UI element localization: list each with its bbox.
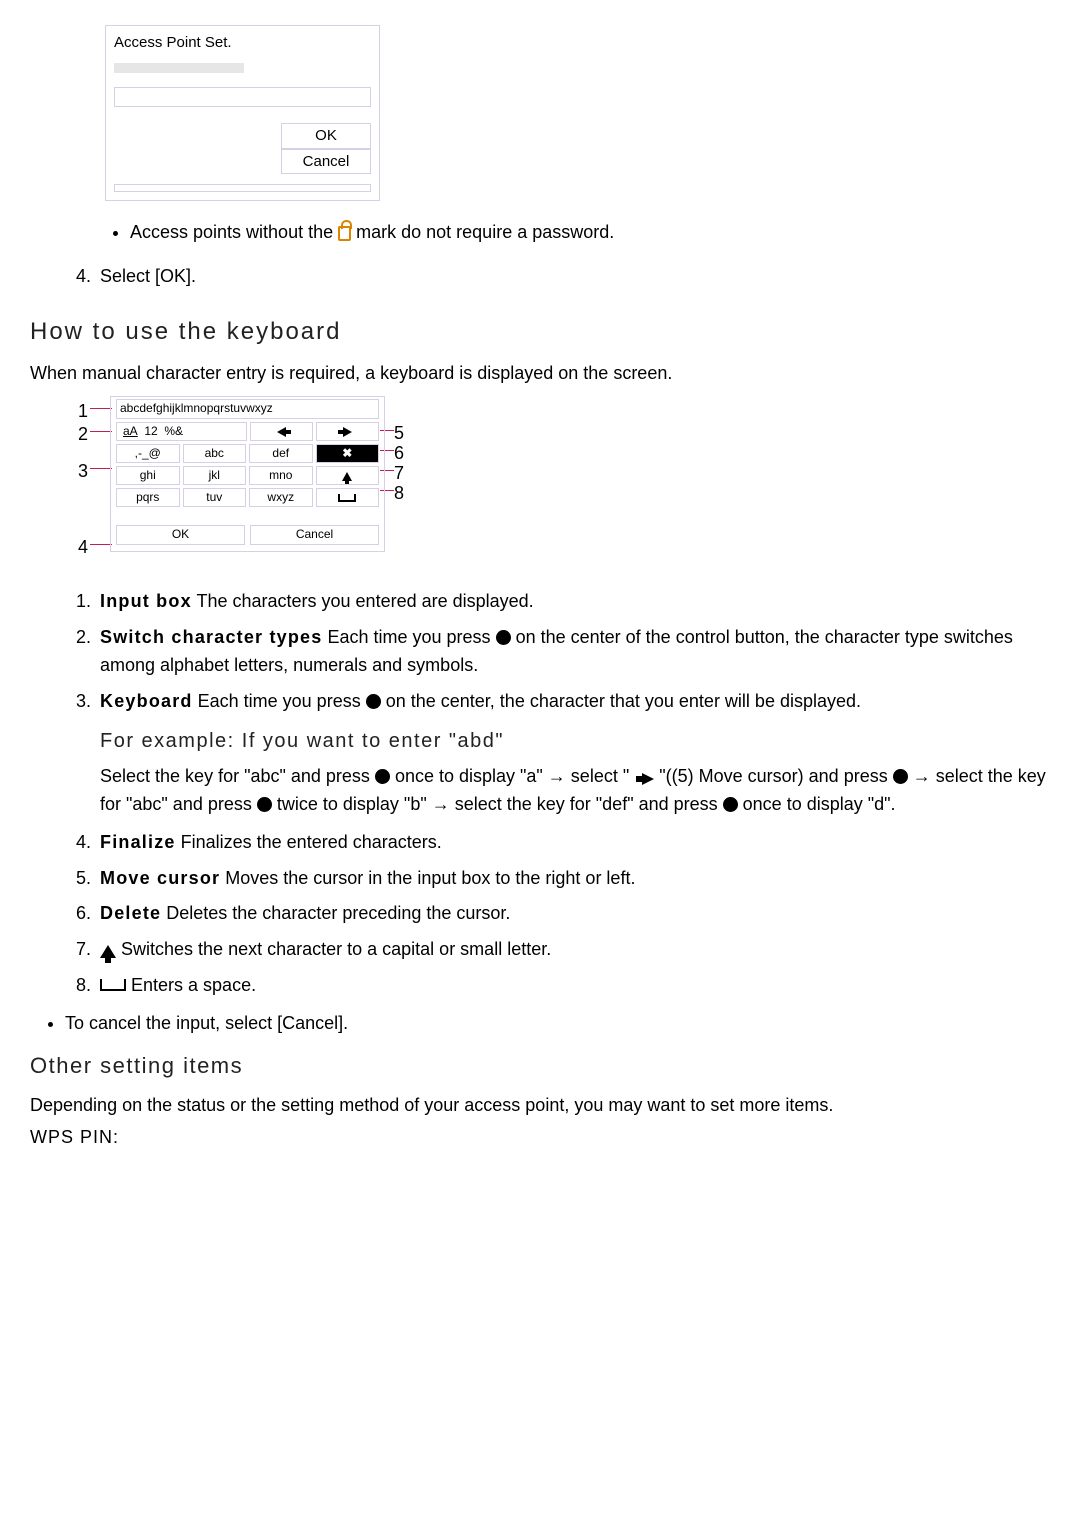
- callout-4: 4: [78, 534, 88, 560]
- keyboard-panel: abcdefghijklmnopqrstuvwxyz aA 12 %& ,-_@…: [110, 396, 385, 552]
- center-button-icon: [723, 797, 738, 812]
- keyboard-heading: How to use the keyboard: [30, 315, 1050, 350]
- note-no-lock-a: Access points without the: [130, 222, 338, 242]
- kb-item-1: Input box The characters you entered are…: [96, 588, 1050, 616]
- kb-cancel-button: Cancel: [250, 525, 379, 545]
- dialog-placeholder-bar: [114, 63, 244, 73]
- kb-text-8: Enters a space.: [131, 975, 256, 995]
- kb-item-3: Keyboard Each time you press on the cent…: [96, 688, 1050, 819]
- center-button-icon: [496, 630, 511, 645]
- delete-icon: ✖: [342, 446, 352, 460]
- ex-f: once to display "d".: [743, 794, 896, 814]
- kb-term-delete: Delete: [100, 903, 161, 923]
- center-button-icon: [366, 694, 381, 709]
- key-mno: mno: [249, 466, 313, 485]
- kb-item-5: Move cursor Moves the cursor in the inpu…: [96, 865, 1050, 893]
- ex-c: "((5) Move cursor) and press: [659, 766, 892, 786]
- kb-text-3b: on the center, the character that you en…: [386, 691, 861, 711]
- ex-e: twice to display "b" → select the key fo…: [277, 794, 723, 814]
- step-4: Select [OK].: [96, 263, 1050, 289]
- kb-text-6: Deletes the character preceding the curs…: [161, 903, 510, 923]
- kb-item-8: Enters a space.: [96, 972, 1050, 1000]
- key-abc: abc: [183, 444, 247, 463]
- callout-2: 2: [78, 421, 88, 447]
- ex-a: Select the key for "abc" and press: [100, 766, 375, 786]
- wps-pin-label: WPS PIN:: [30, 1124, 1050, 1150]
- kb-text-1: The characters you entered are displayed…: [192, 591, 534, 611]
- shift-icon: [100, 945, 116, 958]
- other-text: Depending on the status or the setting m…: [30, 1092, 1050, 1118]
- kb-text-4: Finalizes the entered characters.: [176, 832, 442, 852]
- kb-term-keyboard: Keyboard: [100, 691, 193, 711]
- note-no-lock: Access points without the mark do not re…: [130, 219, 1050, 245]
- page-root: Access Point Set. OK Cancel Access point…: [0, 0, 1080, 1190]
- key-def: def: [249, 444, 313, 463]
- shift-key: [316, 466, 380, 485]
- center-button-icon: [893, 769, 908, 784]
- kb-text-2a: Each time you press: [322, 627, 495, 647]
- kb-term-move-cursor: Move cursor: [100, 868, 220, 888]
- kb-item-2: Switch character types Each time you pre…: [96, 624, 1050, 680]
- ex-b: once to display "a" → select ": [395, 766, 634, 786]
- callout-3: 3: [78, 458, 88, 484]
- space-icon: [338, 494, 356, 502]
- center-button-icon: [375, 769, 390, 784]
- kb-item-4: Finalize Finalizes the entered character…: [96, 829, 1050, 857]
- key-ghi: ghi: [116, 466, 180, 485]
- key-sym: ,-_@: [116, 444, 180, 463]
- key-wxyz: wxyz: [249, 488, 313, 507]
- dialog-buttons: OK Cancel: [114, 123, 371, 175]
- dialog-title: Access Point Set.: [114, 32, 371, 54]
- cancel-note: To cancel the input, select [Cancel].: [65, 1010, 1050, 1036]
- cancel-button: Cancel: [281, 149, 371, 175]
- other-heading: Other setting items: [30, 1050, 1050, 1082]
- key-tuv: tuv: [183, 488, 247, 507]
- kb-ok-button: OK: [116, 525, 245, 545]
- note-no-lock-b: mark do not require a password.: [356, 222, 614, 242]
- kb-text-3a: Each time you press: [193, 691, 366, 711]
- example-block: Select the key for "abc" and press once …: [100, 763, 1050, 819]
- example-heading: For example: If you want to enter "abd": [100, 726, 1050, 757]
- arrow-right-icon: [343, 427, 352, 437]
- kb-text-5: Moves the cursor in the input box to the…: [220, 868, 635, 888]
- cursor-left-key: [250, 422, 313, 441]
- ok-button: OK: [281, 123, 371, 149]
- callout-8: 8: [394, 480, 404, 506]
- kb-item-7: Switches the next character to a capital…: [96, 936, 1050, 964]
- kb-text-7: Switches the next character to a capital…: [121, 939, 551, 959]
- cursor-right-key: [316, 422, 379, 441]
- kb-item-6: Delete Deletes the character preceding t…: [96, 900, 1050, 928]
- arrow-right-icon: [642, 773, 654, 785]
- delete-key: ✖: [316, 444, 380, 463]
- kb-term-input-box: Input box: [100, 591, 192, 611]
- access-point-dialog: Access Point Set. OK Cancel: [105, 25, 380, 201]
- keyboard-diagram: 1 2 3 4 5 6 7 8 abcdefghijklmnopqrstuvwx…: [50, 396, 450, 566]
- center-button-icon: [257, 797, 272, 812]
- space-icon: [100, 979, 126, 991]
- kb-term-finalize: Finalize: [100, 832, 176, 852]
- password-field: [114, 87, 371, 107]
- key-jkl: jkl: [183, 466, 247, 485]
- space-key: [316, 488, 380, 507]
- shift-icon: [342, 472, 352, 481]
- switch-chartype-key: aA 12 %&: [116, 422, 247, 441]
- key-pqrs: pqrs: [116, 488, 180, 507]
- keyboard-intro: When manual character entry is required,…: [30, 360, 1050, 386]
- lock-icon: [338, 226, 351, 241]
- kb-input-box: abcdefghijklmnopqrstuvwxyz: [116, 399, 379, 419]
- kb-term-switch: Switch character types: [100, 627, 322, 647]
- arrow-left-icon: [277, 427, 286, 437]
- dialog-progress-bar: [114, 184, 371, 192]
